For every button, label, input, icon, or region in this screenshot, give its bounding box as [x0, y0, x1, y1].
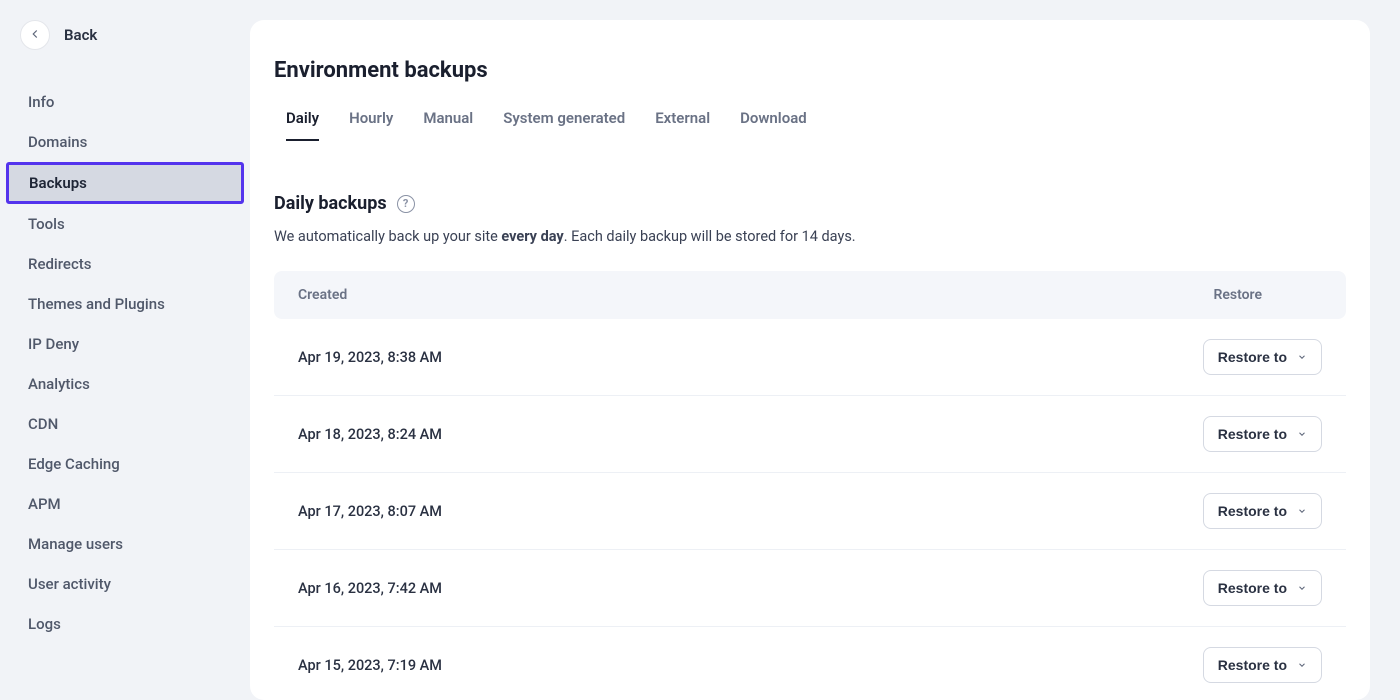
- created-cell: Apr 19, 2023, 8:38 AM: [298, 349, 442, 366]
- sidebar-item-apm[interactable]: APM: [0, 484, 250, 524]
- col-restore: Restore: [1213, 287, 1322, 303]
- restore-to-button[interactable]: Restore to: [1203, 493, 1322, 529]
- tab-download[interactable]: Download: [740, 109, 807, 141]
- chevron-down-icon: [1297, 503, 1307, 519]
- table-header: Created Restore: [274, 271, 1346, 319]
- back-button[interactable]: [20, 20, 50, 50]
- sidebar-item-manage-users[interactable]: Manage users: [0, 524, 250, 564]
- section-desc-prefix: We automatically back up your site: [274, 228, 501, 245]
- sidebar-item-logs[interactable]: Logs: [0, 604, 250, 644]
- created-cell: Apr 16, 2023, 7:42 AM: [298, 580, 442, 597]
- table-row: Apr 17, 2023, 8:07 AM Restore to: [274, 473, 1346, 550]
- restore-to-button[interactable]: Restore to: [1203, 339, 1322, 375]
- restore-to-label: Restore to: [1218, 503, 1287, 519]
- section-title: Daily backups: [274, 193, 387, 214]
- tab-system-generated[interactable]: System generated: [503, 109, 625, 141]
- table-row: Apr 19, 2023, 8:38 AM Restore to: [274, 319, 1346, 396]
- sidebar-item-themes-plugins[interactable]: Themes and Plugins: [0, 284, 250, 324]
- created-cell: Apr 15, 2023, 7:19 AM: [298, 657, 442, 674]
- restore-to-button[interactable]: Restore to: [1203, 416, 1322, 452]
- section-title-row: Daily backups ?: [274, 193, 1346, 214]
- tab-manual[interactable]: Manual: [423, 109, 473, 141]
- tabs: Daily Hourly Manual System generated Ext…: [274, 109, 1346, 141]
- chevron-down-icon: [1297, 657, 1307, 673]
- restore-to-label: Restore to: [1218, 426, 1287, 442]
- tab-external[interactable]: External: [655, 109, 710, 141]
- page-title: Environment backups: [274, 58, 1346, 83]
- sidebar-item-ip-deny[interactable]: IP Deny: [0, 324, 250, 364]
- restore-to-button[interactable]: Restore to: [1203, 570, 1322, 606]
- sidebar-item-backups[interactable]: Backups: [6, 162, 244, 204]
- table-body: Apr 19, 2023, 8:38 AM Restore to Apr 18,…: [274, 319, 1346, 700]
- arrow-left-icon: [28, 26, 42, 45]
- sidebar-item-analytics[interactable]: Analytics: [0, 364, 250, 404]
- col-created: Created: [298, 287, 347, 303]
- section-desc-suffix: . Each daily backup will be stored for 1…: [564, 228, 856, 245]
- table-row: Apr 18, 2023, 8:24 AM Restore to: [274, 396, 1346, 473]
- chevron-down-icon: [1297, 349, 1307, 365]
- created-cell: Apr 18, 2023, 8:24 AM: [298, 426, 442, 443]
- sidebar: Back Info Domains Backups Tools Redirect…: [0, 0, 250, 700]
- sidebar-item-domains[interactable]: Domains: [0, 122, 250, 162]
- section-desc-bold: every day: [501, 228, 563, 245]
- restore-to-label: Restore to: [1218, 349, 1287, 365]
- created-cell: Apr 17, 2023, 8:07 AM: [298, 503, 442, 520]
- sidebar-nav: Info Domains Backups Tools Redirects The…: [0, 82, 250, 644]
- back-label: Back: [64, 26, 97, 44]
- help-icon[interactable]: ?: [397, 195, 415, 213]
- main-panel: Environment backups Daily Hourly Manual …: [250, 20, 1370, 700]
- sidebar-item-edge-caching[interactable]: Edge Caching: [0, 444, 250, 484]
- section-description: We automatically back up your site every…: [274, 228, 1346, 245]
- sidebar-item-tools[interactable]: Tools: [0, 204, 250, 244]
- tab-daily[interactable]: Daily: [286, 109, 319, 141]
- restore-to-label: Restore to: [1218, 580, 1287, 596]
- restore-to-label: Restore to: [1218, 657, 1287, 673]
- back-row: Back: [0, 20, 250, 50]
- tab-hourly[interactable]: Hourly: [349, 109, 393, 141]
- table-row: Apr 16, 2023, 7:42 AM Restore to: [274, 550, 1346, 627]
- sidebar-item-cdn[interactable]: CDN: [0, 404, 250, 444]
- sidebar-item-info[interactable]: Info: [0, 82, 250, 122]
- chevron-down-icon: [1297, 426, 1307, 442]
- sidebar-item-user-activity[interactable]: User activity: [0, 564, 250, 604]
- restore-to-button[interactable]: Restore to: [1203, 647, 1322, 683]
- table-row: Apr 15, 2023, 7:19 AM Restore to: [274, 627, 1346, 700]
- chevron-down-icon: [1297, 580, 1307, 596]
- sidebar-item-redirects[interactable]: Redirects: [0, 244, 250, 284]
